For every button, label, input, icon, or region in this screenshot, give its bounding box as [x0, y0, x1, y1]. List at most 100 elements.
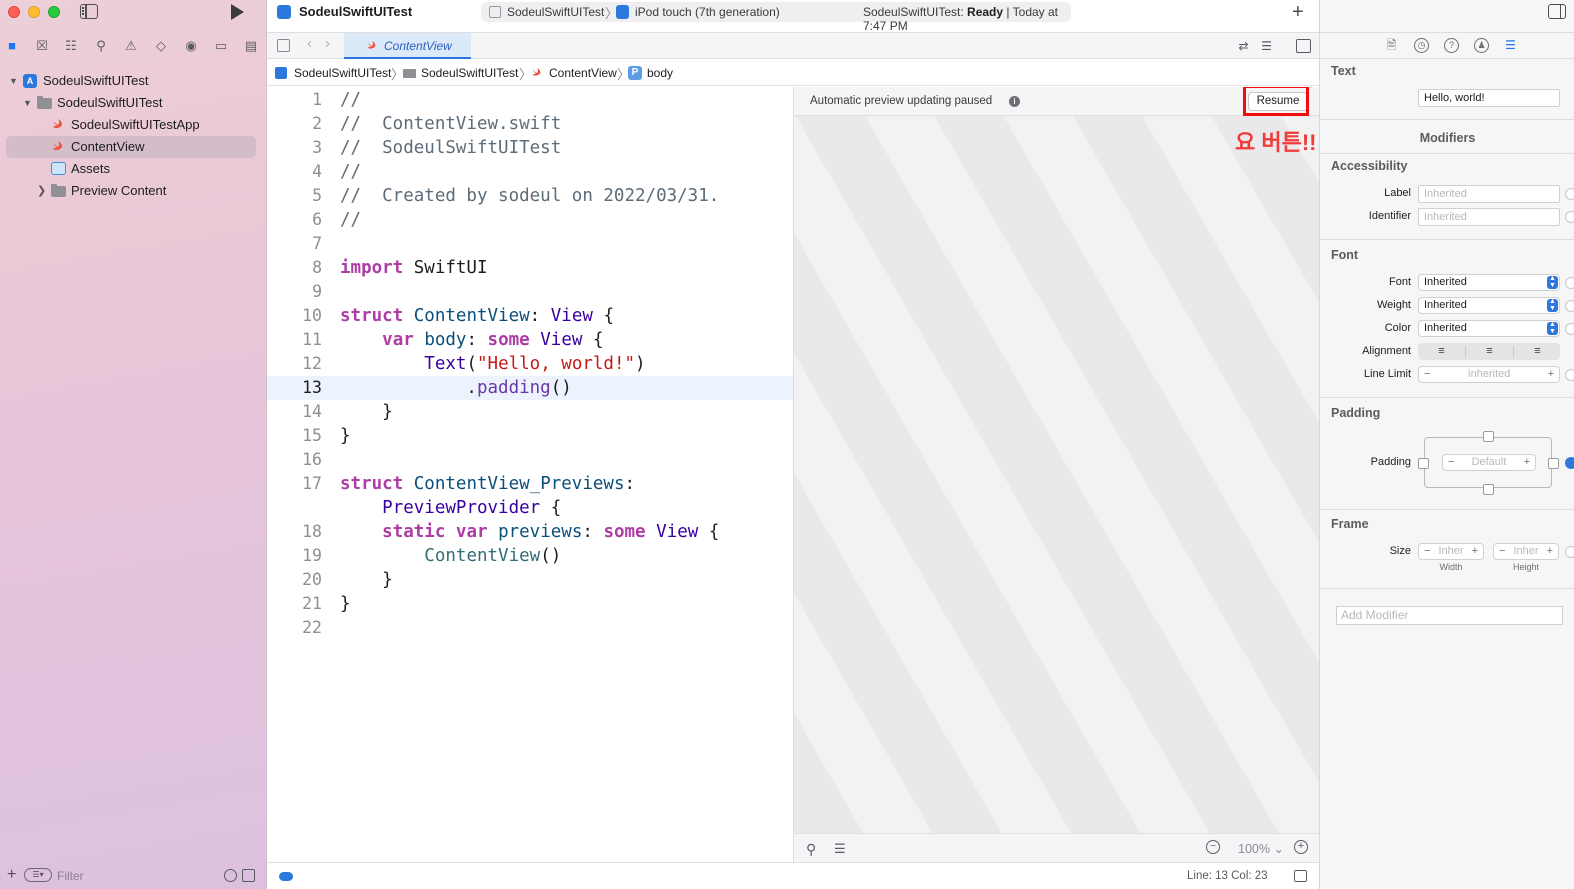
- accessibility-inspector-icon[interactable]: ♟: [1474, 38, 1489, 53]
- code-line[interactable]: 14 }: [267, 400, 793, 424]
- code-line[interactable]: 9: [267, 280, 793, 304]
- weight-option[interactable]: [1565, 300, 1574, 312]
- increment-icon[interactable]: +: [1547, 544, 1553, 559]
- attributes-inspector-icon[interactable]: ☰: [1503, 38, 1518, 53]
- code-line[interactable]: 7: [267, 232, 793, 256]
- add-editor-icon[interactable]: [1296, 39, 1311, 53]
- tree-item-group[interactable]: ▼ SodeulSwiftUITest: [6, 92, 256, 114]
- tree-item-app-file[interactable]: SodeulSwiftUITestApp: [6, 114, 256, 136]
- hide-debug-area-icon[interactable]: [1294, 870, 1307, 882]
- align-center-icon[interactable]: ≡: [1466, 343, 1513, 360]
- color-select[interactable]: Inherited ▲ ▼: [1418, 320, 1560, 337]
- forward-chevron-icon[interactable]: ›: [325, 35, 330, 52]
- zoom-out-icon[interactable]: −: [1206, 840, 1220, 854]
- source-editor[interactable]: 1 // 2 // ContentView.swift 3 // SodeulSwiftU…: [267, 87, 793, 862]
- tab-contentview[interactable]: ContentView: [344, 33, 471, 59]
- accessibility-label-field[interactable]: Inherited: [1418, 185, 1560, 203]
- tree-item-assets[interactable]: Assets: [6, 158, 256, 180]
- disclosure-open-icon[interactable]: ▼: [9, 70, 18, 92]
- toggle-sidebar-icon[interactable]: [80, 4, 98, 19]
- increment-icon[interactable]: +: [1548, 367, 1554, 382]
- code-line[interactable]: 2 // ContentView.swift: [267, 112, 793, 136]
- zoom-level[interactable]: 100% ⌄: [1238, 841, 1284, 856]
- sidebar-filter-field[interactable]: ☰▾ Filter: [24, 867, 260, 885]
- text-value-field[interactable]: Hello, world!: [1418, 89, 1560, 107]
- symbol-navigator-icon[interactable]: ☷: [63, 38, 79, 54]
- width-stepper[interactable]: − Inher +: [1418, 543, 1484, 560]
- font-select[interactable]: Inherited ▲ ▼: [1418, 274, 1560, 291]
- zoom-window-button[interactable]: [48, 6, 60, 18]
- device-settings-icon[interactable]: ☰: [834, 841, 846, 857]
- disclosure-open-icon[interactable]: ▼: [23, 92, 32, 114]
- weight-select[interactable]: Inherited ▲ ▼: [1418, 297, 1560, 314]
- zoom-in-icon[interactable]: +: [1294, 840, 1308, 854]
- code-line[interactable]: 15}: [267, 424, 793, 448]
- padding-stepper[interactable]: − Default +: [1442, 454, 1536, 471]
- filter-input[interactable]: Filter: [57, 867, 84, 885]
- quick-help-icon[interactable]: ?: [1444, 38, 1459, 53]
- minimize-window-button[interactable]: [28, 6, 40, 18]
- padding-leading-checkbox[interactable]: [1418, 458, 1429, 469]
- close-window-button[interactable]: [8, 6, 20, 18]
- code-line[interactable]: 19 ContentView(): [267, 544, 793, 568]
- code-line[interactable]: 1 //: [267, 88, 793, 112]
- code-line[interactable]: 3 // SodeulSwiftUITest: [267, 136, 793, 160]
- debug-area-toggle[interactable]: [279, 872, 293, 881]
- code-line[interactable]: 21}: [267, 592, 793, 616]
- code-line[interactable]: 17 struct ContentView_Previews:: [267, 472, 793, 496]
- breadcrumb-file[interactable]: ContentView: [549, 66, 617, 80]
- file-inspector-icon[interactable]: 🗎: [1384, 38, 1399, 53]
- code-line[interactable]: 12 Text("Hello, world!"): [267, 352, 793, 376]
- breakpoint-navigator-icon[interactable]: ▭: [213, 38, 229, 54]
- increment-icon[interactable]: +: [1472, 544, 1478, 559]
- padding-option[interactable]: [1565, 457, 1574, 469]
- recent-files-icon[interactable]: [224, 869, 237, 882]
- padding-trailing-checkbox[interactable]: [1548, 458, 1559, 469]
- add-file-button[interactable]: +: [7, 866, 16, 884]
- font-option[interactable]: [1565, 277, 1574, 289]
- padding-bottom-checkbox[interactable]: [1483, 484, 1494, 495]
- pin-icon[interactable]: ⚲: [806, 841, 816, 858]
- tree-item-contentview[interactable]: ContentView: [6, 136, 256, 158]
- destination-selector[interactable]: iPod touch (7th generation): [635, 5, 780, 19]
- related-items-icon[interactable]: [277, 39, 290, 52]
- code-line[interactable]: 8 import SwiftUI: [267, 256, 793, 280]
- align-right-icon[interactable]: ≡: [1514, 343, 1561, 360]
- color-option[interactable]: [1565, 323, 1574, 335]
- tree-item-project[interactable]: ▼ SodeulSwiftUITest: [6, 70, 256, 92]
- accessibility-identifier-option[interactable]: [1565, 211, 1574, 223]
- filter-options-icon[interactable]: ☰▾: [24, 868, 52, 882]
- accessibility-label-option[interactable]: [1565, 188, 1574, 200]
- history-inspector-icon[interactable]: ◷: [1414, 38, 1429, 53]
- code-line[interactable]: 10 struct ContentView: View {: [267, 304, 793, 328]
- code-line[interactable]: 16: [267, 448, 793, 472]
- editor-options-icon[interactable]: ☰: [1259, 39, 1274, 53]
- toggle-inspector-icon[interactable]: [1548, 4, 1566, 19]
- back-chevron-icon[interactable]: ‹: [307, 35, 312, 52]
- source-control-filter-icon[interactable]: [242, 869, 255, 882]
- info-icon[interactable]: i: [1009, 96, 1020, 107]
- code-line[interactable]: 6 //: [267, 208, 793, 232]
- breadcrumb-project[interactable]: SodeulSwiftUITest: [294, 66, 391, 80]
- tree-item-preview-content[interactable]: ❯ Preview Content: [6, 180, 256, 202]
- code-line[interactable]: 22: [267, 616, 793, 640]
- disclosure-closed-icon[interactable]: ❯: [37, 180, 46, 202]
- code-line[interactable]: PreviewProvider {: [267, 496, 793, 520]
- height-stepper[interactable]: − Inher +: [1493, 543, 1559, 560]
- line-limit-option[interactable]: [1565, 369, 1574, 381]
- debug-navigator-icon[interactable]: ◉: [183, 38, 199, 54]
- breadcrumb-symbol[interactable]: body: [647, 66, 673, 80]
- test-navigator-icon[interactable]: ◇: [153, 38, 169, 54]
- swap-icon[interactable]: ⇄: [1236, 39, 1251, 53]
- padding-top-checkbox[interactable]: [1483, 431, 1494, 442]
- align-left-icon[interactable]: ≡: [1418, 343, 1465, 360]
- breadcrumb-group[interactable]: SodeulSwiftUITest: [421, 66, 518, 80]
- project-navigator-icon[interactable]: ■: [4, 38, 20, 54]
- line-limit-stepper[interactable]: − Inherited +: [1418, 366, 1560, 383]
- code-line[interactable]: 5 // Created by sodeul on 2022/03/31.: [267, 184, 793, 208]
- frame-option[interactable]: [1565, 546, 1574, 558]
- issue-navigator-icon[interactable]: ⚠: [123, 38, 139, 54]
- report-navigator-icon[interactable]: ▤: [243, 38, 259, 54]
- library-button[interactable]: +: [1292, 0, 1304, 24]
- code-line[interactable]: 20 }: [267, 568, 793, 592]
